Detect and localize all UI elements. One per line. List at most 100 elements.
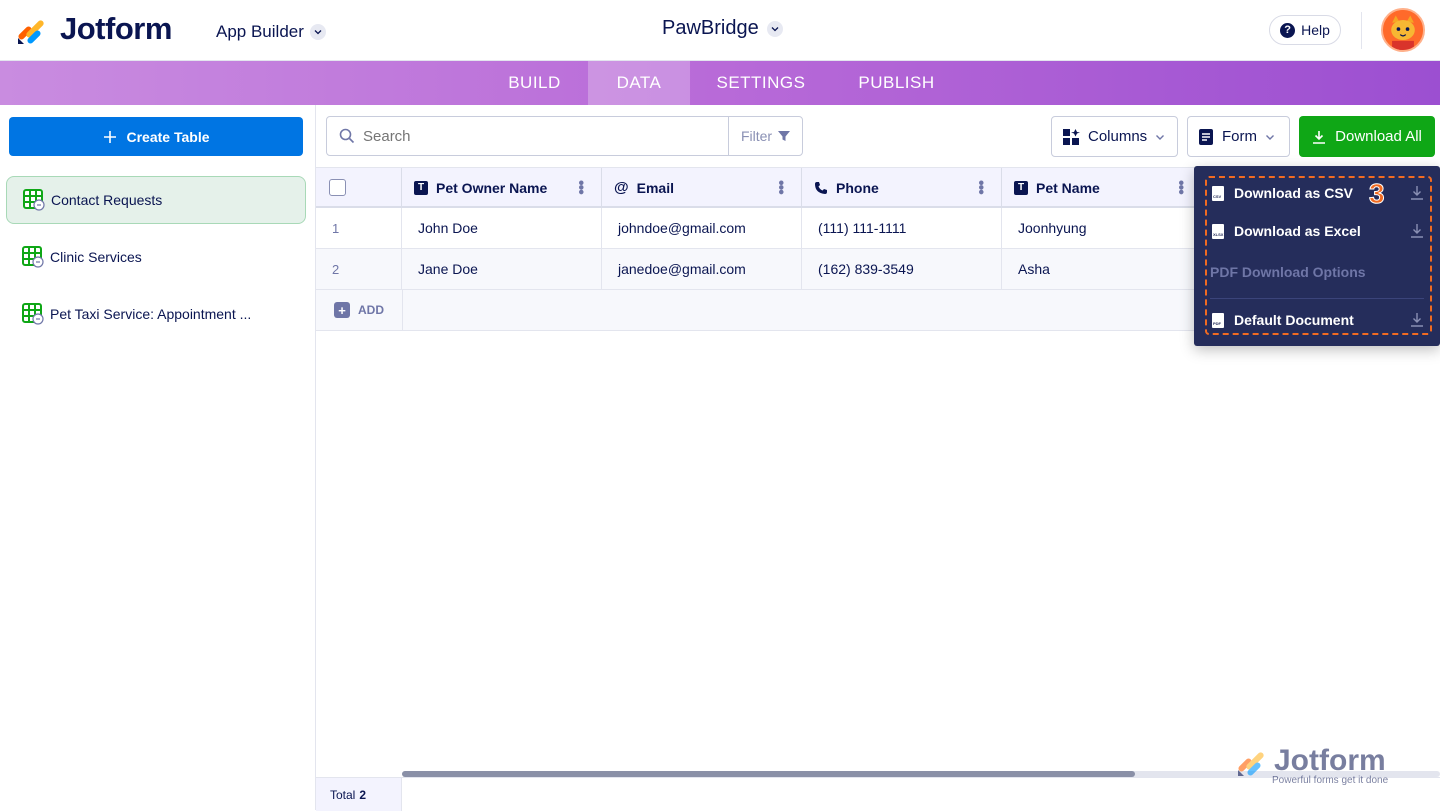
tab-publish[interactable]: PUBLISH [832,61,961,105]
funnel-icon [778,131,791,141]
total-label: Total [330,787,356,802]
cell-phone[interactable]: (162) 839-3549 [802,249,1002,289]
download-icon [1411,224,1423,238]
create-table-button[interactable]: Create Table [9,117,303,156]
tab-build[interactable]: BUILD [481,61,588,105]
question-icon: ? [1280,22,1296,38]
jotform-watermark: Jotform Powerful forms get it done [1236,744,1416,788]
tab-settings[interactable]: SETTINGS [690,61,832,105]
create-table-label: Create Table [126,128,210,145]
download-csv-label: Download as CSV [1234,185,1354,201]
table-icon [22,303,44,325]
sidebar: Create Table Contact Requests Clinic Ser… [0,105,316,810]
sidebar-item-label: Clinic Services [50,249,142,265]
plus-icon [103,130,116,143]
download-icon [1411,313,1423,327]
pdf-file-icon: PDF [1212,312,1224,328]
column-label: Pet Owner Name [436,179,548,196]
cat-avatar-icon [1383,10,1423,50]
cell-pet-owner-name[interactable]: Jane Doe [402,249,602,289]
tab-data[interactable]: DATA [588,61,690,105]
column-menu-icon[interactable]: ••• [1172,180,1189,194]
column-menu-icon[interactable]: ••• [772,180,789,194]
chevron-down-icon [1156,134,1165,140]
columns-label: Columns [1088,128,1148,145]
download-excel-label: Download as Excel [1234,223,1361,239]
brand-name[interactable]: Jotform [60,11,172,47]
download-default-document-option[interactable]: PDF Default Document [1194,302,1440,338]
download-all-button[interactable]: Download All [1299,116,1435,157]
column-header-phone[interactable]: Phone ••• [802,168,1002,207]
phone-icon [815,181,827,194]
user-avatar[interactable] [1381,8,1425,52]
sidebar-item-clinic-services[interactable]: Clinic Services [6,233,306,281]
select-all-checkbox[interactable] [329,179,346,196]
column-header-email[interactable]: @ Email ••• [602,168,802,207]
select-all-cell [316,168,402,207]
total-count: Total 2 [316,778,402,811]
watermark-tagline: Powerful forms get it done [1272,775,1389,786]
cell-pet-name[interactable]: Joonhyung [1002,208,1202,248]
column-label: Phone [836,179,879,196]
excel-file-icon: XLSX [1212,223,1224,239]
csv-file-icon: CSV [1212,185,1224,201]
columns-button[interactable]: Columns [1051,116,1178,157]
download-icon [1411,186,1423,200]
form-icon [1199,128,1213,145]
help-label: Help [1301,22,1330,38]
app-builder-menu[interactable]: App Builder [216,22,326,42]
cell-email[interactable]: johndoe@gmail.com [602,208,802,248]
text-type-icon: T [1014,180,1028,195]
app-builder-label: App Builder [216,22,304,41]
at-icon: @ [614,179,629,196]
download-excel-option[interactable]: XLSX Download as Excel [1194,213,1440,249]
sidebar-item-pet-taxi-service[interactable]: Pet Taxi Service: Appointment ... [6,290,306,338]
chevron-down-icon [309,24,326,40]
cell-phone[interactable]: (111) 111-1111 [802,208,1002,248]
column-label: Email [636,179,674,196]
main-nav: BUILD DATA SETTINGS PUBLISH [0,61,1440,105]
help-button[interactable]: ? Help [1269,15,1341,45]
cell-pet-name[interactable]: Asha [1002,249,1202,289]
app-name-menu[interactable]: PawBridge [662,17,783,40]
column-header-pet-owner-name[interactable]: T Pet Owner Name ••• [402,168,602,207]
row-number: 2 [316,249,402,289]
sidebar-item-label: Pet Taxi Service: Appointment ... [50,306,252,322]
chevron-down-icon [766,20,783,37]
download-icon [1313,130,1326,144]
table-icon [23,189,45,211]
column-menu-icon[interactable]: ••• [972,180,989,194]
download-all-label: Download All [1335,128,1422,145]
divider [402,290,403,330]
search-icon [339,128,355,144]
divider [1361,12,1362,49]
search-input[interactable] [363,117,723,155]
row-number: 1 [316,208,402,248]
divider [1210,298,1424,299]
form-label: Form [1222,128,1257,145]
pdf-options-heading: PDF Download Options [1210,264,1366,280]
add-label: ADD [358,303,384,317]
top-header: Jotform App Builder PawBridge ? Help [0,0,1440,61]
filter-label: Filter [740,128,773,144]
form-button[interactable]: Form [1187,116,1290,157]
columns-icon [1063,128,1080,145]
column-label: Pet Name [1036,179,1100,196]
column-menu-icon[interactable]: ••• [572,180,589,194]
sidebar-item-label: Contact Requests [51,192,163,208]
sidebar-item-contact-requests[interactable]: Contact Requests [6,176,306,224]
filter-button[interactable]: Filter [728,117,802,155]
plus-icon: + [334,302,350,318]
cell-email[interactable]: janedoe@gmail.com [602,249,802,289]
tutorial-step-number: 3 [1369,178,1386,210]
table-icon [22,246,44,268]
default-document-label: Default Document [1234,312,1354,328]
watermark-brand: Jotform [1274,744,1386,777]
add-row-button[interactable]: + ADD [334,302,384,318]
jotform-logo-icon[interactable] [16,14,48,46]
download-csv-option[interactable]: CSV Download as CSV [1194,175,1440,211]
chevron-down-icon [1266,134,1274,140]
cell-pet-owner-name[interactable]: John Doe [402,208,602,248]
total-value: 2 [359,787,367,802]
column-header-pet-name[interactable]: T Pet Name ••• [1002,168,1202,207]
